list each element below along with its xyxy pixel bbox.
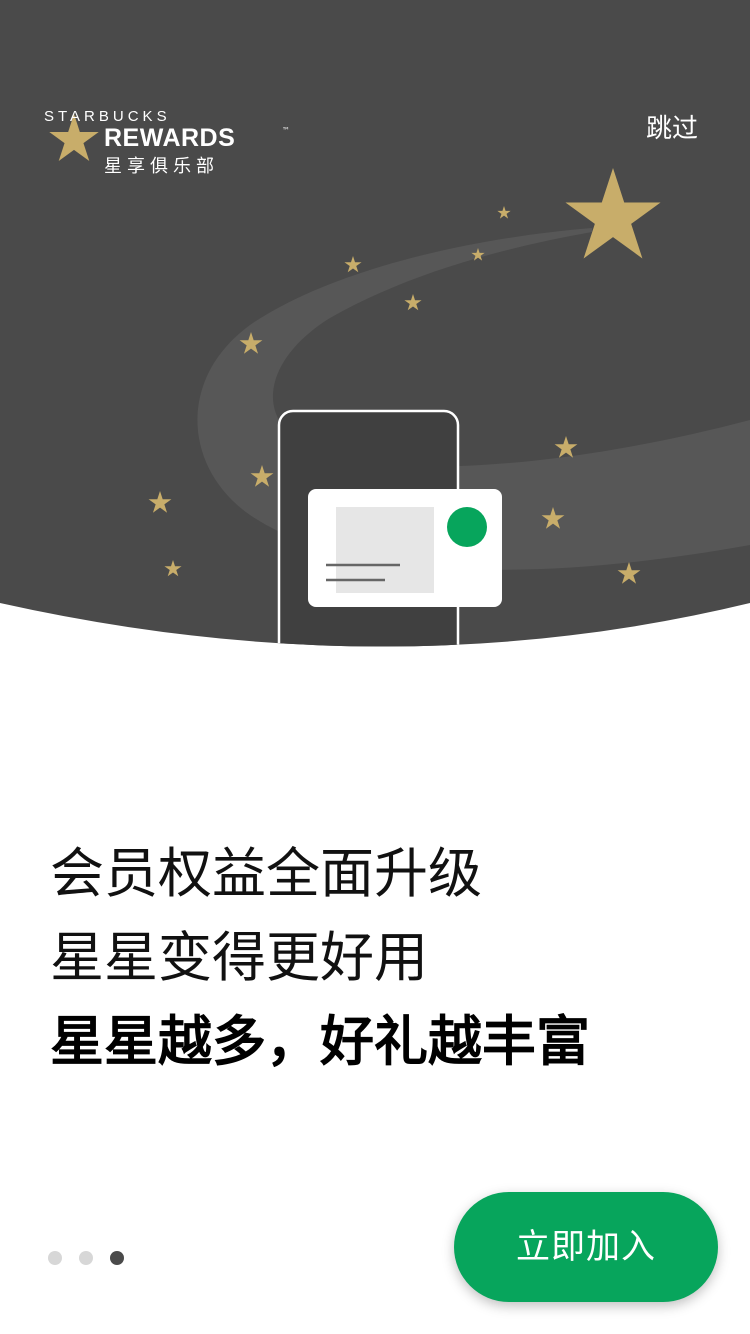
headline: 会员权益全面升级 星星变得更好用 星星越多，好礼越丰富 <box>50 832 710 1084</box>
trademark-symbol: ™ <box>282 126 290 135</box>
hero-illustration <box>0 0 750 647</box>
headline-line-1: 会员权益全面升级 <box>50 842 482 905</box>
page-dot-3-active[interactable] <box>110 1251 124 1265</box>
brand-main-text: REWARDS <box>104 124 236 152</box>
starbucks-rewards-logo: STARBUCKS REWARDS ™ 星享俱乐部 <box>44 108 290 178</box>
member-card-icon <box>308 489 502 607</box>
headline-line-2: 星星变得更好用 <box>50 926 428 989</box>
skip-button[interactable]: 跳过 <box>646 108 698 145</box>
join-now-button[interactable]: 立即加入 <box>454 1192 718 1302</box>
page-dot-1[interactable] <box>48 1251 62 1265</box>
onboarding-page: STARBUCKS REWARDS ™ 星享俱乐部 跳过 会员权益全面升级 星星… <box>0 0 750 1334</box>
brand-top-text: STARBUCKS <box>44 108 171 125</box>
page-dot-2[interactable] <box>79 1251 93 1265</box>
headline-line-3: 星星越多，好礼越丰富 <box>50 1010 590 1073</box>
page-indicator <box>48 1250 141 1265</box>
brand-chinese-text: 星享俱乐部 <box>104 156 219 177</box>
